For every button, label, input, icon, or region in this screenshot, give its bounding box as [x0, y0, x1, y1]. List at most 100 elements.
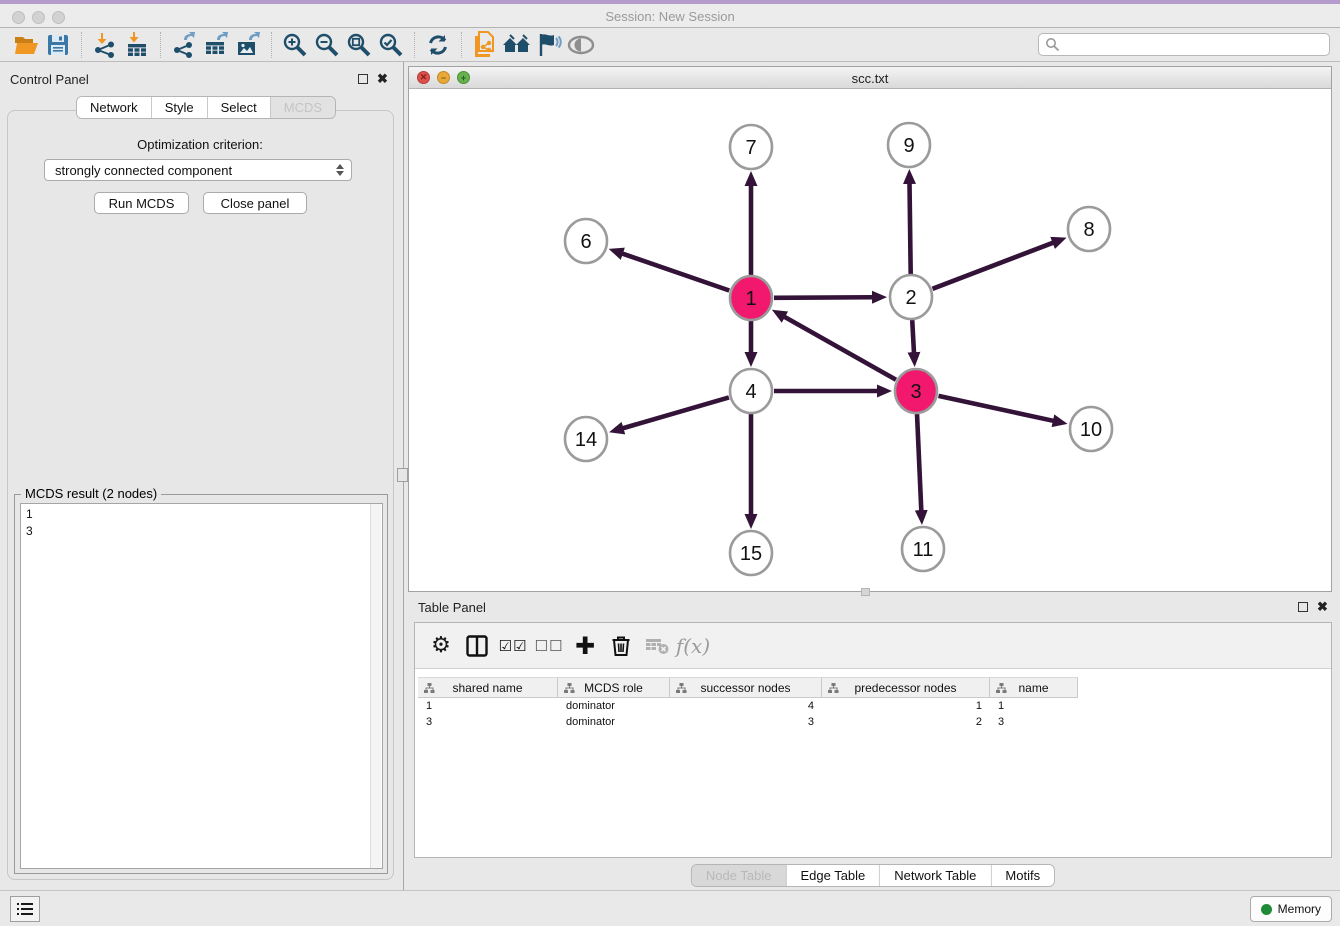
- deselect-all-icon[interactable]: ☐☐: [531, 628, 567, 664]
- home-icon[interactable]: [501, 30, 533, 60]
- node-2[interactable]: 2: [890, 275, 932, 319]
- cell-successor-nodes[interactable]: 4: [670, 700, 822, 712]
- node-8[interactable]: 8: [1068, 207, 1110, 251]
- trash-icon[interactable]: [603, 628, 639, 664]
- tab-select[interactable]: Select: [208, 97, 271, 118]
- node-3[interactable]: 3: [895, 369, 937, 413]
- status-bar: Memory: [0, 890, 1340, 926]
- node-label: 2: [905, 287, 916, 309]
- float-panel-icon[interactable]: [1298, 602, 1308, 612]
- cell-shared-name[interactable]: 1: [418, 700, 558, 712]
- edge-2-3[interactable]: [912, 320, 914, 353]
- edge-1-6[interactable]: [622, 253, 729, 290]
- network-canvas[interactable]: 1 2 3 4 6 7 8 9 10 11 14 15: [409, 89, 1331, 591]
- export-network-icon[interactable]: [168, 30, 200, 60]
- import-table-icon[interactable]: [121, 30, 153, 60]
- edge-2-8[interactable]: [932, 243, 1053, 289]
- zoom-in-icon[interactable]: [279, 30, 311, 60]
- node-10[interactable]: 10: [1070, 407, 1112, 451]
- node-label: 10: [1080, 419, 1102, 441]
- cell-MCDS-role[interactable]: dominator: [558, 700, 670, 712]
- column-header-predecessor-nodes[interactable]: predecessor nodes: [822, 677, 990, 698]
- edge-2-9[interactable]: [910, 183, 911, 274]
- zoom-fit-icon[interactable]: [343, 30, 375, 60]
- node-label: 1: [745, 288, 756, 310]
- cell-name[interactable]: 1: [990, 700, 1078, 712]
- tab-edge-table[interactable]: Edge Table: [786, 865, 880, 886]
- import-network-icon[interactable]: [89, 30, 121, 60]
- tab-motifs[interactable]: Motifs: [991, 865, 1054, 886]
- cell-shared-name[interactable]: 3: [418, 716, 558, 728]
- edge-1-2[interactable]: [774, 297, 873, 298]
- edge-4-14[interactable]: [622, 397, 728, 428]
- cell-predecessor-nodes[interactable]: 1: [822, 700, 990, 712]
- cell-name[interactable]: 3: [990, 716, 1078, 728]
- network-graph: 1 2 3 4 6 7 8 9 10 11 14 15: [409, 89, 1331, 591]
- horizontal-divider-handle[interactable]: [861, 588, 870, 596]
- criterion-select[interactable]: strongly connected component: [44, 159, 352, 181]
- node-9[interactable]: 9: [888, 123, 930, 167]
- node-4[interactable]: 4: [730, 369, 772, 413]
- zoom-selected-icon[interactable]: [375, 30, 407, 60]
- node-15[interactable]: 15: [730, 531, 772, 575]
- eye-icon[interactable]: [565, 30, 597, 60]
- gear-icon[interactable]: ⚙: [423, 628, 459, 664]
- application-window: Session: New Session: [0, 0, 1340, 926]
- zoom-out-icon[interactable]: [311, 30, 343, 60]
- table-panel-tabs: Node TableEdge TableNetwork TableMotifs: [691, 864, 1055, 887]
- tab-mcds[interactable]: MCDS: [271, 97, 335, 118]
- node-6[interactable]: 6: [565, 219, 607, 263]
- columns-icon[interactable]: [459, 628, 495, 664]
- save-session-icon[interactable]: [42, 30, 74, 60]
- mcds-result-textarea[interactable]: 1 3: [20, 503, 383, 869]
- close-panel-button[interactable]: Close panel: [203, 192, 307, 214]
- node-7[interactable]: 7: [730, 125, 772, 169]
- tab-network[interactable]: Network: [77, 97, 152, 118]
- search-input[interactable]: [1038, 33, 1330, 56]
- node-11[interactable]: 11: [902, 527, 944, 571]
- open-file-icon[interactable]: [10, 30, 42, 60]
- export-image-icon[interactable]: [232, 30, 264, 60]
- cell-MCDS-role[interactable]: dominator: [558, 716, 670, 728]
- column-header-name[interactable]: name: [990, 677, 1078, 698]
- tab-node-table[interactable]: Node Table: [692, 865, 787, 886]
- tree-icon: [828, 683, 839, 697]
- split-divider-handle[interactable]: [397, 468, 408, 482]
- node-1[interactable]: 1: [730, 276, 772, 320]
- edge-3-10[interactable]: [938, 396, 1053, 421]
- run-mcds-button[interactable]: Run MCDS: [94, 192, 189, 214]
- tab-style[interactable]: Style: [152, 97, 208, 118]
- export-table-icon[interactable]: [200, 30, 232, 60]
- cell-predecessor-nodes[interactable]: 2: [822, 716, 990, 728]
- toolbar-separator: [461, 32, 462, 58]
- delete-table-icon[interactable]: [639, 628, 675, 664]
- memory-button[interactable]: Memory: [1250, 896, 1332, 922]
- toolbar-separator: [271, 32, 272, 58]
- control-panel-tabs: NetworkStyleSelectMCDS: [76, 96, 336, 119]
- flag-icon[interactable]: [533, 30, 565, 60]
- cell-successor-nodes[interactable]: 3: [670, 716, 822, 728]
- search-field-container: [1038, 33, 1330, 56]
- table-row[interactable]: 1dominator411: [418, 698, 1078, 714]
- toolbar-separator: [414, 32, 415, 58]
- task-history-button[interactable]: [10, 896, 40, 922]
- edge-3-11[interactable]: [917, 414, 921, 511]
- network-window-titlebar[interactable]: ✕ − + scc.txt: [409, 67, 1331, 89]
- node-14[interactable]: 14: [565, 417, 607, 461]
- main-toolbar: [0, 28, 1340, 62]
- column-header-successor-nodes[interactable]: successor nodes: [670, 677, 822, 698]
- float-panel-icon[interactable]: [358, 74, 368, 84]
- add-icon[interactable]: ✚: [567, 628, 603, 664]
- refresh-view-icon[interactable]: [422, 30, 454, 60]
- tab-network-table[interactable]: Network Table: [880, 865, 991, 886]
- column-header-MCDS-role[interactable]: MCDS role: [558, 677, 670, 698]
- result-scrollbar[interactable]: [370, 504, 381, 868]
- clone-network-icon[interactable]: [469, 30, 501, 60]
- edge-3-1[interactable]: [784, 317, 896, 380]
- select-all-icon[interactable]: ☑☑: [495, 628, 531, 664]
- column-header-shared-name[interactable]: shared name: [418, 677, 558, 698]
- close-panel-icon[interactable]: ✖: [1317, 602, 1328, 612]
- table-row[interactable]: 3dominator323: [418, 714, 1078, 730]
- function-builder-icon[interactable]: f(x): [675, 628, 711, 664]
- close-panel-icon[interactable]: ✖: [377, 74, 388, 84]
